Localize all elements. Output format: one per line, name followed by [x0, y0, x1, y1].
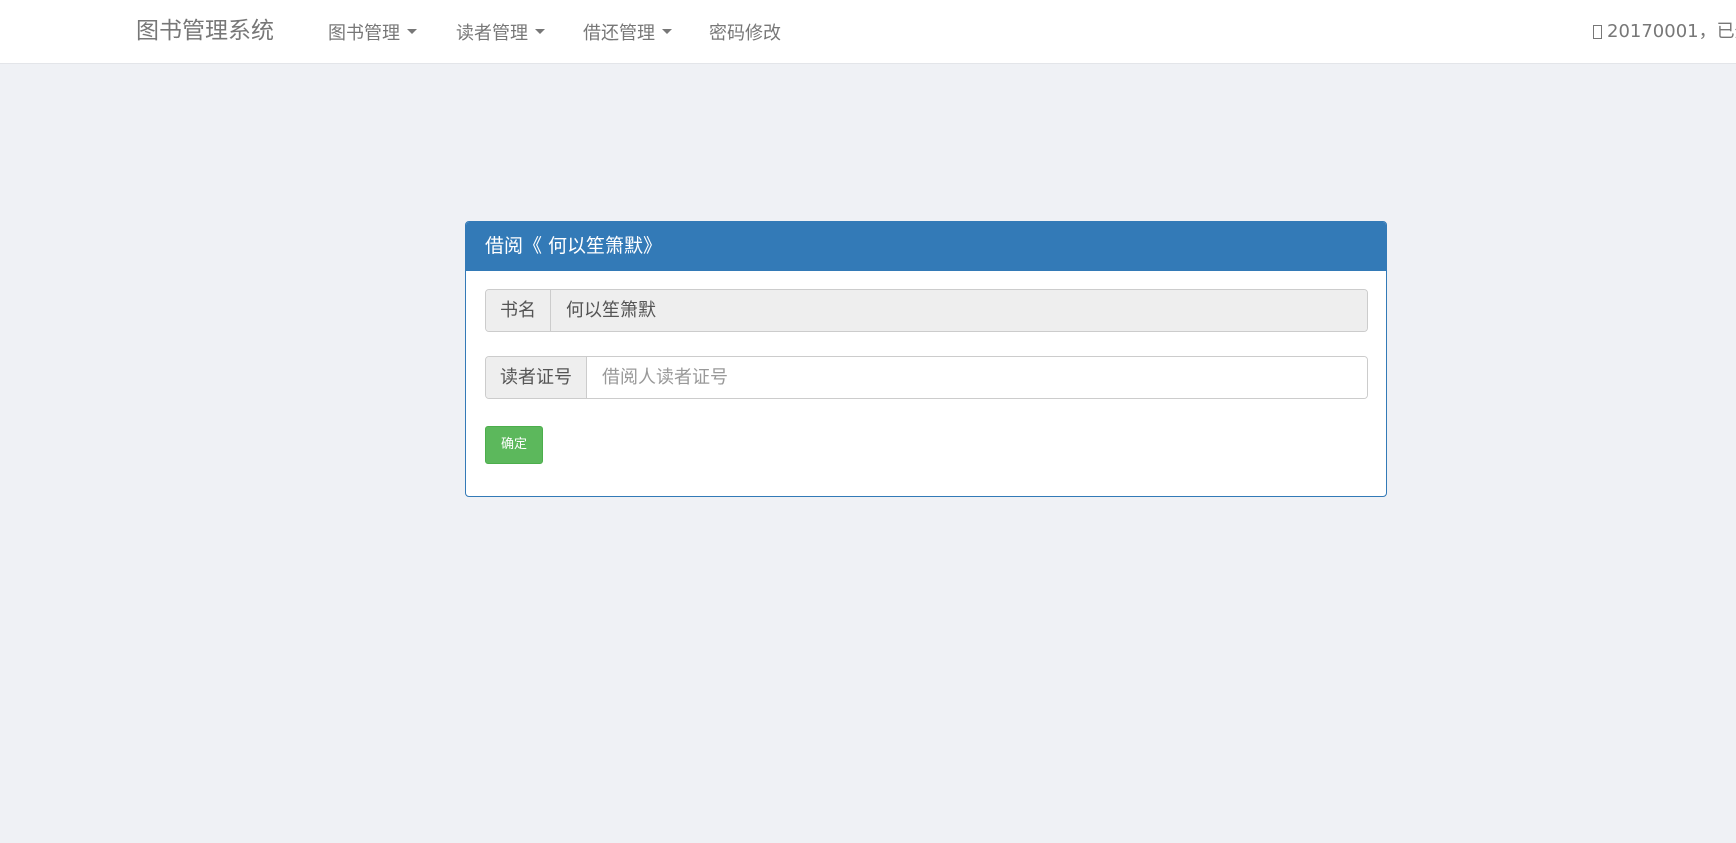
- brand-title[interactable]: 图书管理系统: [136, 0, 274, 63]
- book-name-label: 书名: [486, 290, 551, 331]
- nav-book-management[interactable]: 图书管理: [328, 19, 417, 45]
- nav-password-change-label: 密码修改: [709, 22, 781, 44]
- user-info[interactable]: 20170001，已登: [1593, 0, 1736, 63]
- user-info-text: 20170001，已登: [1607, 21, 1736, 42]
- nav-borrow-return-management[interactable]: 借还管理: [583, 19, 672, 45]
- user-icon: [1593, 24, 1602, 39]
- reader-id-group: 读者证号: [485, 356, 1368, 399]
- nav-password-change[interactable]: 密码修改: [709, 19, 781, 45]
- nav-reader-management-label: 读者管理: [456, 22, 528, 44]
- borrow-panel: 借阅《 何以笙箫默》 书名 读者证号 确定: [465, 221, 1387, 497]
- nav-book-management-label: 图书管理: [328, 22, 400, 44]
- caret-down-icon: [535, 29, 545, 34]
- top-navbar: 图书管理系统 图书管理 读者管理 借还管理 密码修改 20170001，已登: [0, 0, 1736, 64]
- panel-body: 书名 读者证号 确定: [466, 271, 1386, 496]
- nav-borrow-return-label: 借还管理: [583, 22, 655, 44]
- book-name-field: [551, 290, 1367, 331]
- caret-down-icon: [662, 29, 672, 34]
- book-name-group: 书名: [485, 289, 1368, 332]
- nav-reader-management[interactable]: 读者管理: [456, 19, 545, 45]
- panel-title: 借阅《 何以笙箫默》: [466, 222, 1386, 271]
- main-nav: 图书管理 读者管理 借还管理 密码修改: [328, 0, 781, 63]
- reader-id-label: 读者证号: [486, 357, 587, 398]
- confirm-button[interactable]: 确定: [485, 426, 543, 464]
- reader-id-input[interactable]: [587, 357, 1367, 398]
- caret-down-icon: [407, 29, 417, 34]
